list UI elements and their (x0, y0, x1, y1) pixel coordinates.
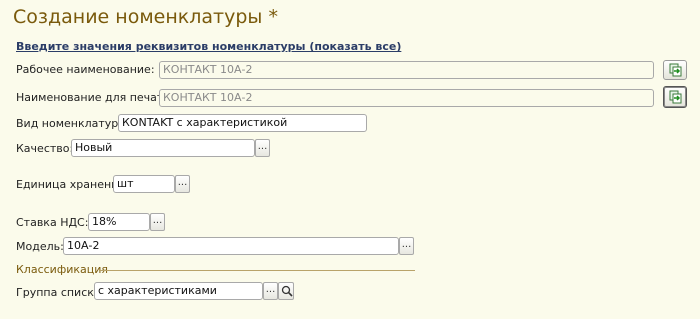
show-all-requisites-link[interactable]: Введите значения реквизитов номенклатуры… (16, 40, 401, 53)
model-field[interactable]: 10А-2 (63, 237, 399, 255)
classification-divider (100, 270, 415, 271)
quality-field[interactable]: Новый (71, 139, 255, 157)
print-name-field[interactable]: КОНТАКТ 10А-2 (159, 89, 654, 107)
unit-field[interactable]: шт (113, 175, 175, 193)
list-group-select-button[interactable]: ... (263, 282, 278, 300)
list-group-label: Группа списка: (16, 286, 105, 299)
classification-section-label: Классификация (16, 263, 109, 276)
vat-select-button[interactable]: ... (150, 213, 165, 231)
model-label: Модель: (16, 240, 64, 253)
vat-label: Ставка НДС: (16, 216, 89, 229)
magnifier-icon (281, 285, 293, 297)
page-title: Создание номенклатуры * (13, 6, 278, 28)
kind-label: Вид номенклатуры: (16, 117, 131, 130)
unit-label: Единица хранения: (16, 178, 129, 191)
copy-to-field-icon (669, 63, 682, 77)
unit-select-button[interactable]: ... (175, 175, 190, 193)
copy-work-name-button[interactable] (663, 60, 687, 80)
quality-select-button[interactable]: ... (255, 139, 270, 157)
print-name-label: Наименование для печати: (16, 91, 175, 104)
kind-field[interactable]: КОNTAKT с характеристикой (118, 114, 367, 132)
model-select-button[interactable]: ... (399, 237, 414, 255)
quality-label: Качество: (16, 142, 74, 155)
list-group-field[interactable]: с характеристиками (94, 282, 263, 300)
work-name-field[interactable]: КОНТАКТ 10А-2 (159, 61, 654, 79)
copy-print-name-button[interactable] (663, 86, 687, 108)
list-group-search-button[interactable] (278, 282, 294, 300)
copy-to-field-icon (669, 90, 682, 104)
vat-field[interactable]: 18% (88, 213, 150, 231)
work-name-label: Рабочее наименование: (16, 63, 155, 76)
